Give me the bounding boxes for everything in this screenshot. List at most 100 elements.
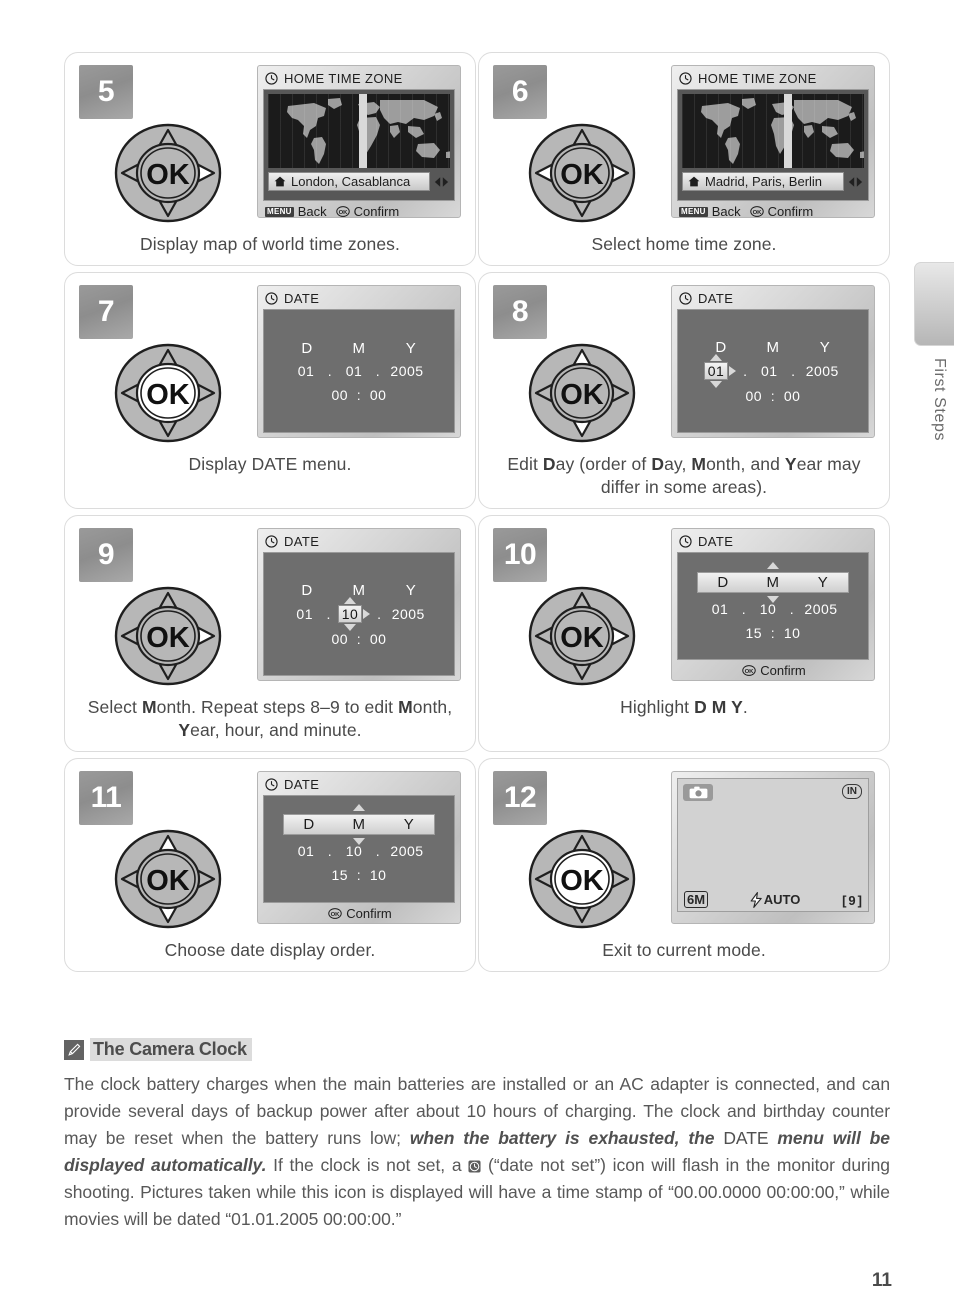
month-field[interactable]: 01 bbox=[339, 363, 369, 379]
hour-field[interactable]: 00 bbox=[739, 388, 769, 404]
step-card-9: 9 OK DATE D M Y 01. 10. 2005 00:00 Select Month. R… bbox=[64, 515, 476, 752]
step-card-7: 7 OK DATE D M Y 01. 01. 2005 00:00 Display DATE me… bbox=[64, 272, 476, 510]
lcd-screen: IN 6M AUTO [9] bbox=[671, 770, 875, 924]
multi-selector[interactable]: OK bbox=[114, 829, 222, 929]
page-number: 11 bbox=[871, 1270, 892, 1291]
camera-icon bbox=[689, 786, 707, 799]
date-separator: . bbox=[327, 362, 333, 379]
svg-text:OK: OK bbox=[752, 210, 762, 216]
minute-field[interactable]: 00 bbox=[777, 388, 807, 404]
day-field[interactable]: 01 bbox=[290, 606, 320, 622]
multi-selector[interactable]: OK bbox=[528, 343, 636, 443]
world-map-area[interactable] bbox=[268, 94, 450, 168]
multi-selector-graphic[interactable]: OK bbox=[114, 829, 222, 929]
year-field[interactable]: 2005 bbox=[387, 843, 427, 859]
hour-field[interactable]: 00 bbox=[325, 387, 355, 403]
day-field[interactable]: 01 bbox=[291, 843, 321, 859]
year-field[interactable]: 2005 bbox=[387, 363, 427, 379]
step-card-5: 5 OK HOME TIME ZONE London, Casablanca MENU B… bbox=[64, 52, 476, 267]
time-separator: : bbox=[770, 624, 776, 641]
frame-bracket-left: [ bbox=[842, 892, 847, 908]
time-value-row: 00:00 bbox=[325, 387, 393, 403]
hour-field[interactable]: 00 bbox=[325, 631, 355, 647]
lcd-content: D M Y 01. 10. 2005 15:10 bbox=[677, 552, 869, 661]
header-m: M bbox=[766, 338, 780, 356]
step-card-11: 11 OK DATE D M Y 01. 10. 2005 15:10 OK Confirm Choos… bbox=[64, 757, 476, 973]
date-separator: . bbox=[375, 843, 381, 860]
multi-selector-graphic[interactable]: OK bbox=[114, 123, 222, 223]
header-d: D bbox=[301, 581, 313, 599]
minute-field[interactable]: 00 bbox=[363, 387, 393, 403]
step-caption: Select Month. Repeat steps 8–9 to edit M… bbox=[87, 697, 453, 740]
year-field[interactable]: 2005 bbox=[388, 606, 428, 622]
timezone-gridlines bbox=[682, 94, 864, 168]
left-right-arrows-icon bbox=[848, 176, 863, 187]
lcd-content: D M Y 01. 10. 2005 15:10 bbox=[263, 794, 455, 903]
dmy-order-field[interactable]: DMY bbox=[283, 804, 435, 846]
month-field[interactable]: 10 bbox=[753, 601, 783, 617]
multi-selector-graphic[interactable]: OK bbox=[528, 123, 636, 223]
selector-ok-label: OK bbox=[560, 159, 604, 191]
multi-selector-graphic[interactable]: OK bbox=[528, 343, 636, 443]
confirm-label: Confirm bbox=[767, 204, 814, 219]
day-field[interactable]: 01 bbox=[703, 353, 729, 388]
year-field[interactable]: 2005 bbox=[801, 601, 841, 617]
multi-selector[interactable]: OK bbox=[528, 123, 636, 223]
hour-field[interactable]: 15 bbox=[325, 867, 355, 883]
multi-selector-graphic[interactable]: OK bbox=[528, 829, 636, 929]
date-value-row: 01. 01. 2005 bbox=[703, 353, 843, 388]
timezone-selector-row[interactable]: London, Casablanca bbox=[268, 172, 450, 191]
step-illustration: 7 OK bbox=[79, 285, 257, 443]
time-value-row: 15:10 bbox=[739, 625, 807, 641]
step-caption: Exit to current mode. bbox=[602, 939, 766, 960]
month-field[interactable]: 10 bbox=[339, 843, 369, 859]
lcd-title-bar: DATE bbox=[263, 776, 455, 793]
multi-selector-graphic[interactable]: OK bbox=[528, 586, 636, 686]
lcd-screen: DATE D M Y 01. 10. 2005 00:00 bbox=[257, 528, 461, 682]
month-field[interactable]: 10 bbox=[337, 596, 363, 631]
day-field[interactable]: 01 bbox=[705, 601, 735, 617]
multi-selector-graphic[interactable]: OK bbox=[114, 586, 222, 686]
minute-field[interactable]: 00 bbox=[363, 631, 393, 647]
date-value-row: 01. 10. 2005 bbox=[291, 843, 427, 859]
selector-ok-label: OK bbox=[560, 379, 604, 411]
selector-ok-label: OK bbox=[146, 622, 190, 654]
month-field[interactable]: 01 bbox=[754, 363, 784, 379]
year-field[interactable]: 2005 bbox=[802, 363, 842, 379]
multi-selector[interactable]: OK bbox=[528, 586, 636, 686]
clock-icon bbox=[265, 535, 278, 548]
header-d: D bbox=[301, 339, 313, 357]
hour-field[interactable]: 15 bbox=[739, 625, 769, 641]
lcd-title-text: HOME TIME ZONE bbox=[698, 71, 817, 86]
day-field[interactable]: 01 bbox=[291, 363, 321, 379]
minute-field[interactable]: 10 bbox=[777, 625, 807, 641]
multi-selector[interactable]: OK bbox=[528, 829, 636, 929]
timezone-value[interactable]: London, Casablanca bbox=[268, 172, 430, 191]
world-map-area[interactable] bbox=[682, 94, 864, 168]
lcd-title-text: DATE bbox=[284, 776, 320, 792]
date-separator: . bbox=[377, 605, 382, 622]
minute-field[interactable]: 10 bbox=[363, 867, 393, 883]
timezone-selector-row[interactable]: Madrid, Paris, Berlin bbox=[682, 172, 864, 191]
note-header: The Camera Clock bbox=[64, 1038, 890, 1061]
multi-selector[interactable]: OK bbox=[114, 123, 222, 223]
lcd-content: D M Y 01. 01. 2005 00:00 bbox=[263, 309, 455, 434]
lcd-title-text: DATE bbox=[284, 291, 320, 307]
timezone-name: Madrid, Paris, Berlin bbox=[705, 174, 823, 189]
selector-ok-label: OK bbox=[146, 159, 190, 191]
step-top-row: 10 OK DATE D M Y 01. 10. 2005 15:10 OK Confirm bbox=[493, 528, 875, 686]
timezone-value[interactable]: Madrid, Paris, Berlin bbox=[682, 172, 844, 191]
back-hint: MENU Back bbox=[679, 204, 741, 219]
dmy-order-field[interactable]: DMY bbox=[697, 561, 849, 603]
multi-selector-graphic[interactable]: OK bbox=[114, 343, 222, 443]
confirm-label: Confirm bbox=[346, 905, 392, 921]
step-caption: Highlight D M Y. bbox=[620, 697, 748, 718]
step-illustration: 6 OK bbox=[493, 65, 671, 223]
caret-up-icon bbox=[767, 561, 779, 569]
confirm-label: Confirm bbox=[353, 204, 400, 219]
clock-icon bbox=[265, 72, 278, 85]
multi-selector[interactable]: OK bbox=[114, 586, 222, 686]
multi-selector[interactable]: OK bbox=[114, 343, 222, 443]
confirm-label: Confirm bbox=[760, 663, 806, 679]
dmy-headers: DMY bbox=[296, 582, 422, 599]
